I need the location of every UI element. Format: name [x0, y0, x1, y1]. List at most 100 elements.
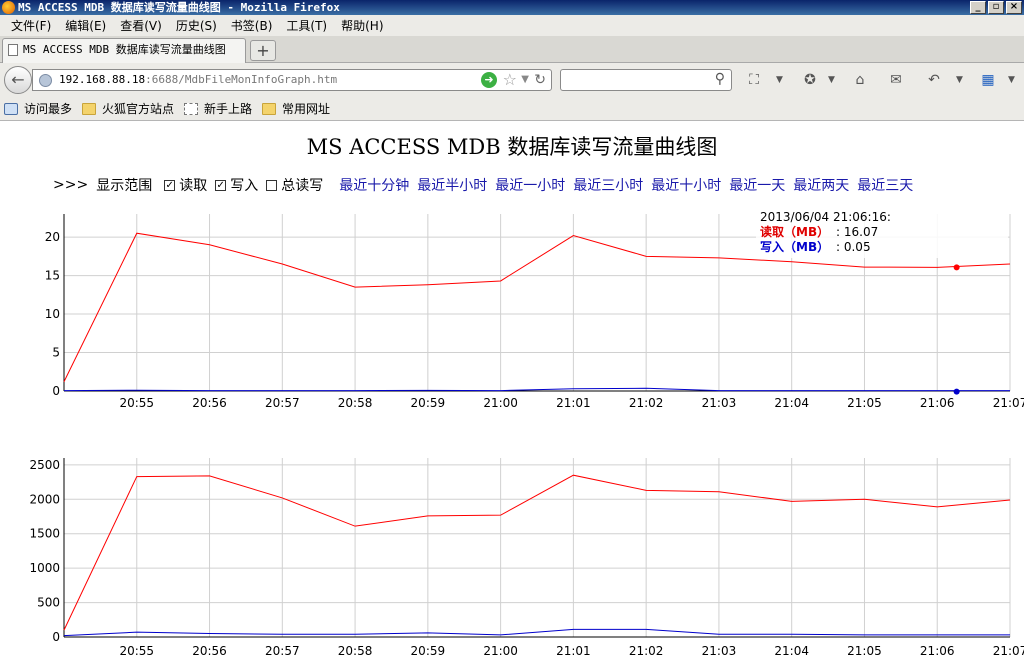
menu-view[interactable]: 查看(V) [113, 17, 169, 34]
x-tick-label: 20:59 [411, 396, 446, 410]
range-link-30min[interactable]: 最近半小时 [417, 175, 487, 195]
checkbox-label: 读取 [179, 178, 208, 194]
bookmark-getting-started[interactable]: 新手上路 [184, 100, 252, 117]
x-tick-label: 21:04 [774, 396, 809, 410]
write-series-line [63, 628, 1010, 637]
y-tick-label: 15 [45, 269, 60, 283]
write-highlight-point [953, 388, 960, 395]
range-link-10h[interactable]: 最近十小时 [651, 175, 721, 195]
home-icon[interactable]: ⌂ [850, 71, 870, 89]
tab-current[interactable]: MS ACCESS MDB 数据库读写流量曲线图 [2, 38, 246, 63]
screenshot-icon[interactable]: ⛶ [744, 71, 764, 89]
magnifier-icon[interactable]: ⚲ [715, 71, 725, 87]
undo-dropdown-icon[interactable]: ▼ [956, 71, 963, 89]
checkbox-box[interactable] [266, 179, 278, 191]
folder-icon [262, 102, 277, 115]
site-identity-icon[interactable] [39, 74, 52, 87]
bookmark-label: 常用网址 [282, 102, 331, 116]
y-tick-label: 500 [37, 596, 60, 610]
mail-icon[interactable]: ✉ [886, 71, 906, 89]
menu-history[interactable]: 历史(S) [169, 17, 224, 34]
page-icon [184, 102, 199, 115]
menu-bar: 文件(F) 编辑(E) 查看(V) 历史(S) 书签(B) 工具(T) 帮助(H… [0, 15, 1024, 36]
x-tick-label: 20:56 [192, 396, 227, 410]
x-tick-label: 20:58 [338, 644, 373, 658]
menu-bookmarks[interactable]: 书签(B) [224, 17, 280, 34]
bookmark-most-visited[interactable]: 访问最多 [4, 100, 72, 117]
addon-dropdown-icon[interactable]: ▼ [828, 71, 835, 89]
tooltip-read-value: : 16.07 [836, 225, 878, 239]
apps-dropdown-icon[interactable]: ▼ [1008, 71, 1015, 89]
bookmark-star-icon[interactable]: ☆ [503, 70, 517, 90]
x-tick-label: 21:07 [993, 644, 1024, 658]
range-link-1h[interactable]: 最近一小时 [495, 175, 565, 195]
search-input[interactable] [564, 72, 704, 88]
bookmark-label: 访问最多 [24, 102, 73, 116]
x-tick-label: 20:55 [119, 644, 154, 658]
read-highlight-point [953, 264, 960, 271]
addon-icon[interactable]: ✪ [800, 71, 820, 89]
bookmark-firefox-site[interactable]: 火狐官方站点 [82, 100, 174, 117]
page-icon [8, 44, 18, 56]
address-bar[interactable]: 192.168.88.18:6688/MdbFileMonInfoGraph.h… [32, 69, 552, 91]
x-tick-label: 21:00 [483, 644, 518, 658]
menu-tools[interactable]: 工具(T) [279, 17, 334, 34]
menu-help[interactable]: 帮助(H) [334, 17, 390, 34]
tooltip-date: 2013/06/04 21:06:16: [760, 210, 891, 224]
menu-file[interactable]: 文件(F) [4, 17, 58, 34]
back-arrow-icon: ← [11, 70, 25, 89]
url-host: 192.168.88.18 [59, 73, 146, 86]
checkbox-label: 写入 [230, 178, 259, 194]
x-tick-label: 20:59 [411, 644, 446, 658]
range-link-3d[interactable]: 最近三天 [857, 175, 913, 195]
range-link-1d[interactable]: 最近一天 [729, 175, 785, 195]
apps-grid-icon[interactable]: ▦ [978, 71, 998, 89]
read-series-line [63, 474, 1011, 631]
controls-prefix: >>> [53, 177, 89, 193]
navigation-bar: 192.168.88.18:6688/MdbFileMonInfoGraph.h… [0, 63, 1024, 97]
chart-count: 20:55 20:56 20:57 20:58 20:59 21:00 21:01 21:02… [0, 452, 1024, 664]
restore-button[interactable]: ▫ [988, 1, 1004, 14]
x-tick-label: 21:07 [993, 396, 1024, 410]
window-title: MS ACCESS MDB 数据库读写流量曲线图 - Mozilla Firef… [18, 1, 340, 14]
x-tick-label: 20:55 [119, 396, 154, 410]
range-controls: >>> 显示范围 ✓ 读取 ✓ 写入 总读写 最近十分钟 最近半小时 最近一小时… [53, 175, 913, 195]
checkbox-write[interactable]: ✓ 写入 [215, 175, 258, 195]
menu-edit[interactable]: 编辑(E) [58, 17, 113, 34]
go-arrow-icon[interactable]: ➜ [481, 72, 497, 88]
checkbox-box[interactable]: ✓ [215, 179, 227, 191]
x-tick-label: 21:02 [629, 644, 664, 658]
new-tab-button[interactable]: + [250, 40, 276, 61]
y-tick-label: 1500 [29, 527, 60, 541]
url-path: :6688/MdbFileMonInfoGraph.htm [145, 73, 338, 86]
tab-strip: MS ACCESS MDB 数据库读写流量曲线图 + [0, 36, 1024, 63]
x-tick-label: 21:00 [483, 396, 518, 410]
chart-mb-svg: 20:55 20:56 20:57 20:58 20:59 21:00 21:01 21:02… [45, 210, 1024, 410]
screenshot-dropdown-icon[interactable]: ▼ [776, 71, 783, 89]
x-tick-label: 20:57 [265, 396, 300, 410]
bookmark-common-sites[interactable]: 常用网址 [262, 100, 330, 117]
checkbox-read[interactable]: ✓ 读取 [164, 175, 207, 195]
x-tick-label: 21:01 [556, 396, 591, 410]
reload-icon[interactable]: ↻ [534, 70, 546, 90]
y-tick-label: 20 [45, 230, 60, 244]
url-text[interactable]: 192.168.88.18:6688/MdbFileMonInfoGraph.h… [59, 70, 337, 90]
range-link-3h[interactable]: 最近三小时 [573, 175, 643, 195]
range-link-2d[interactable]: 最近两天 [793, 175, 849, 195]
bookmark-label: 新手上路 [204, 102, 253, 116]
url-dropdown-icon[interactable]: ▼ [521, 70, 529, 90]
tab-label: MS ACCESS MDB 数据库读写流量曲线图 [23, 43, 226, 56]
tooltip-write-label: 写入（MB） [760, 239, 829, 254]
checkbox-box[interactable]: ✓ [164, 179, 176, 191]
undo-icon[interactable]: ↶ [924, 71, 944, 89]
minimize-button[interactable]: _ [970, 1, 986, 14]
page-title: MS ACCESS MDB 数据库读写流量曲线图 [306, 135, 718, 159]
chart-count-svg: 20:55 20:56 20:57 20:58 20:59 21:00 21:01 21:02… [29, 458, 1024, 658]
checkbox-total[interactable]: 总读写 [266, 175, 323, 195]
write-series-line [63, 387, 1010, 392]
x-tick-label: 20:57 [265, 644, 300, 658]
close-button[interactable]: × [1006, 1, 1022, 14]
range-link-10min[interactable]: 最近十分钟 [339, 175, 409, 195]
back-button[interactable]: ← [4, 66, 32, 94]
search-box[interactable]: ⚲ [560, 69, 732, 91]
